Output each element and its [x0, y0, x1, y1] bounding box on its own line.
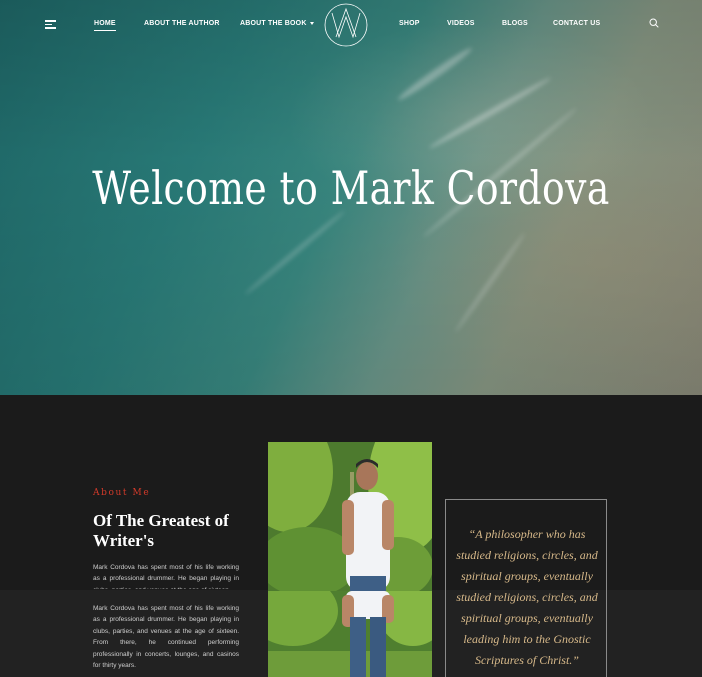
author-quote: “A philosopher who has studied religions…	[456, 527, 598, 667]
nav-shop[interactable]: SHOP	[399, 20, 420, 27]
author-photo-top	[268, 442, 432, 591]
search-icon[interactable]	[649, 18, 659, 28]
author-photo	[268, 442, 432, 677]
quote-box: “A philosopher who has studied religions…	[445, 499, 607, 677]
nav-about-the-book[interactable]: ABOUT THE BOOK	[240, 20, 314, 27]
nav-about-the-book-label: ABOUT THE BOOK	[240, 20, 307, 27]
about-paragraph: Mark Cordova has spent most of his life …	[93, 605, 239, 669]
about-eyebrow: About Me	[93, 488, 151, 498]
chevron-down-icon	[309, 21, 314, 25]
nav-blogs[interactable]: BLOGS	[502, 20, 528, 27]
nav-contact-us[interactable]: CONTACT US	[553, 20, 600, 27]
about-paragraph: Mark Cordova has spent most of his life …	[93, 564, 239, 589]
about-section: About Me Of The Greatest of Writer's Mar…	[0, 395, 702, 677]
nav-about-the-author[interactable]: ABOUT THE AUTHOR	[144, 20, 220, 27]
nav-home[interactable]: HOME	[94, 20, 116, 31]
hamburger-menu-icon[interactable]	[45, 20, 56, 29]
hero-title: Welcome to Mark Cordova	[92, 161, 610, 215]
monogram-logo[interactable]	[324, 3, 368, 47]
main-navigation: HOME ABOUT THE AUTHOR ABOUT THE BOOK SHO…	[0, 0, 702, 50]
author-photo-bottom	[268, 591, 432, 677]
nav-videos[interactable]: VIDEOS	[447, 20, 475, 27]
about-heading: Of The Greatest of Writer's	[93, 511, 229, 550]
hero-banner: Welcome to Mark Cordova	[0, 0, 702, 395]
